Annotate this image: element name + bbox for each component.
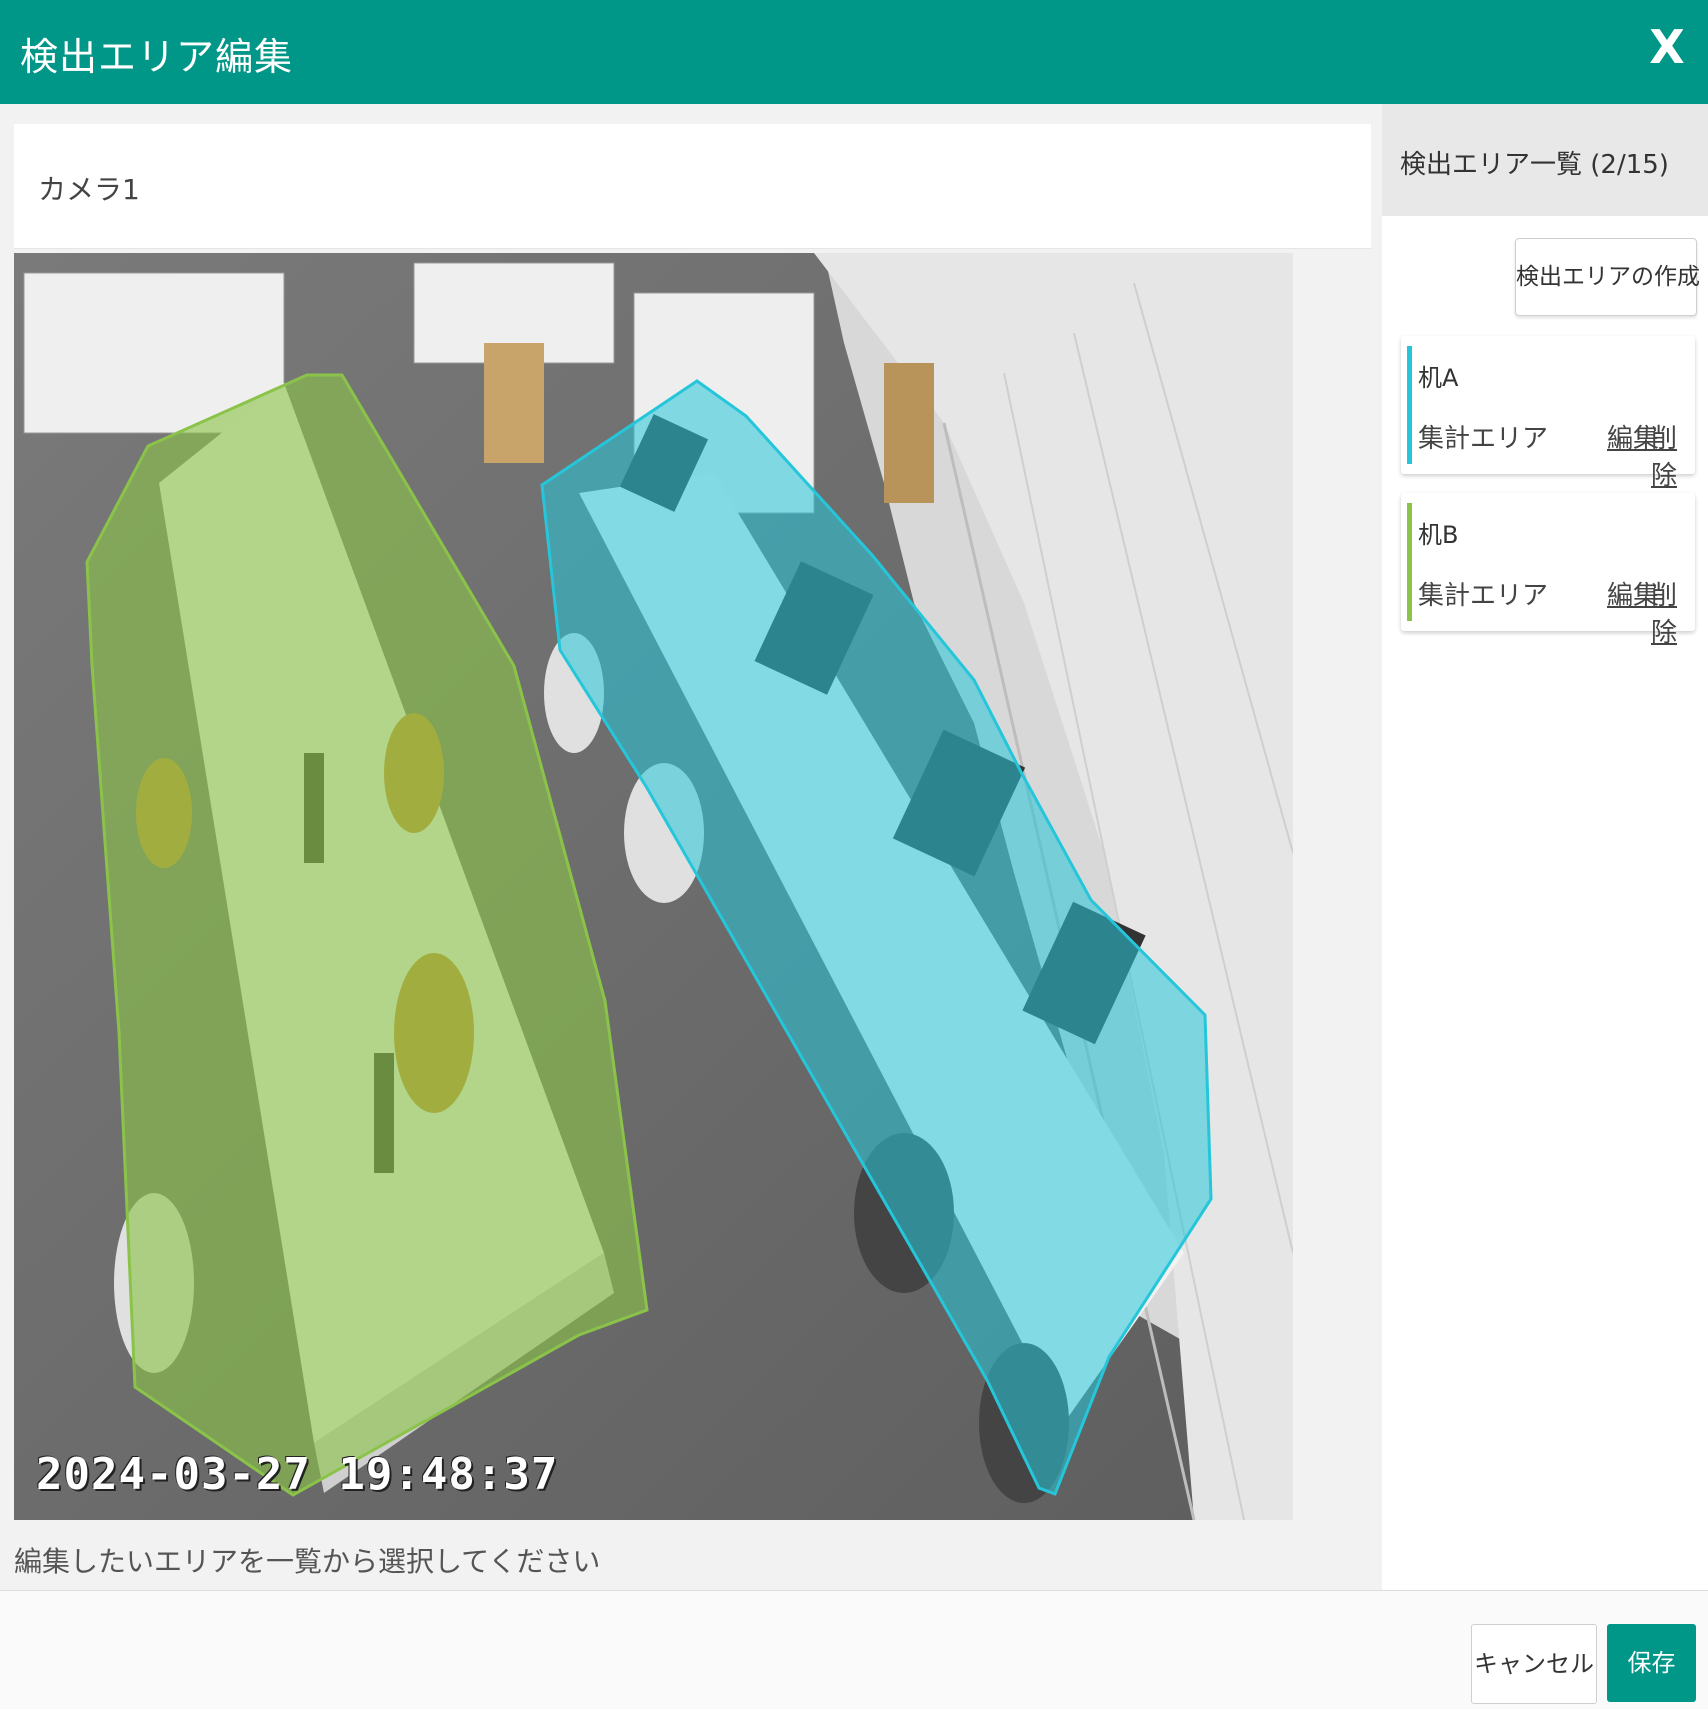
- delete-area-link[interactable]: 削除: [1651, 418, 1695, 492]
- dialog-titlebar: 検出エリア編集 X: [0, 0, 1708, 104]
- area-list-title: 検出エリア一覧 (2/15): [1400, 150, 1669, 180]
- area-list-panel: 検出エリア一覧 (2/15) 検出エリアの作成 机A 集計エリア 編集 削除 机…: [1382, 104, 1708, 1590]
- area-color-stripe: [1407, 346, 1412, 464]
- area-list-header: 検出エリア一覧 (2/15): [1382, 104, 1708, 216]
- delete-area-link[interactable]: 削除: [1651, 575, 1695, 649]
- camera-timestamp: 2024-03-27 19:48:37: [36, 1449, 559, 1500]
- area-color-stripe: [1407, 503, 1412, 621]
- cancel-button[interactable]: キャンセル: [1471, 1624, 1597, 1704]
- area-card-b[interactable]: 机B 集計エリア 編集 削除: [1401, 493, 1695, 648]
- camera-header: カメラ1: [14, 124, 1371, 249]
- area-type: 集計エリア: [1418, 424, 1549, 454]
- area-card-a[interactable]: 机A 集計エリア 編集 削除: [1401, 336, 1695, 491]
- area-name: 机A: [1418, 364, 1459, 392]
- instruction-text: 編集したいエリアを一覧から選択してください: [14, 1545, 601, 1578]
- main-panel: カメラ1 2024-03-27 19:48:37 編集したいエリアを一覧から選択…: [0, 104, 1382, 1590]
- area-name: 机B: [1418, 521, 1459, 549]
- create-area-button[interactable]: 検出エリアの作成: [1515, 238, 1700, 316]
- dialog-footer: キャンセル 保存: [0, 1590, 1708, 1709]
- save-button[interactable]: 保存: [1607, 1624, 1696, 1702]
- camera-name: カメラ1: [38, 173, 140, 206]
- camera-view[interactable]: 2024-03-27 19:48:37: [14, 253, 1293, 1520]
- camera-feed-image: [14, 253, 1293, 1520]
- dialog-title: 検出エリア編集: [20, 35, 294, 79]
- area-type: 集計エリア: [1418, 581, 1549, 611]
- close-icon[interactable]: X: [1644, 22, 1690, 72]
